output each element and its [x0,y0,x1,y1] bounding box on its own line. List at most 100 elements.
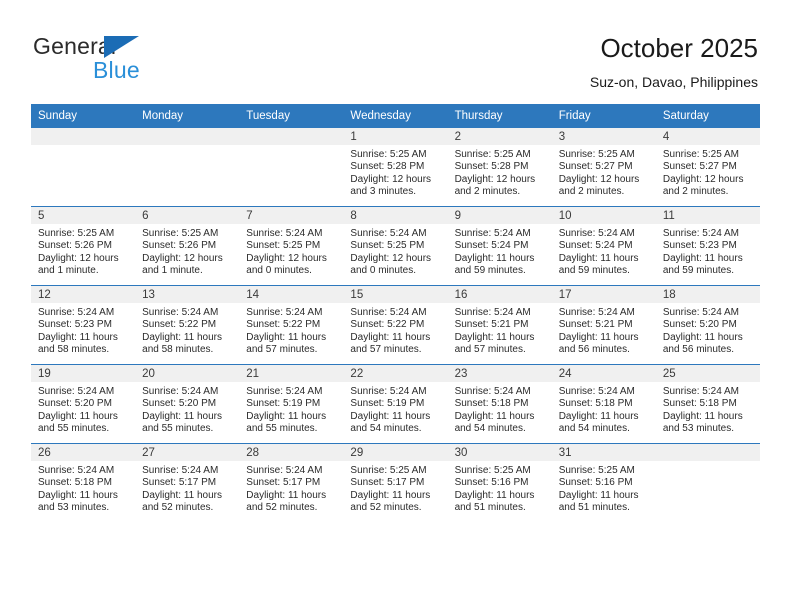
sunset-text: Sunset: 5:22 PM [350,319,425,331]
calendar-day-cell[interactable]: 17 Sunrise: 5:24 AM Sunset: 5:21 PM Dayligh… [551,285,656,365]
general-blue-logo[interactable]: General Blue [33,33,213,85]
calendar-day-cell[interactable]: 26 Sunrise: 5:24 AM Sunset: 5:18 PM Dayligh… [31,443,136,522]
sunrise-text: Sunrise: 5:25 AM [142,228,219,239]
day-details: Sunrise: 5:24 AM Sunset: 5:18 PM Daylight:… [552,382,656,435]
daylight-text: Daylight: 11 hours and 56 minutes. [662,331,743,355]
day-details: Sunrise: 5:25 AM Sunset: 5:27 PM Daylight:… [552,145,656,198]
day-number: 18 [655,286,760,303]
calendar-week-row: 19 Sunrise: 5:24 AM Sunset: 5:20 PM Dayligh… [31,364,760,444]
day-details: Sunrise: 5:24 AM Sunset: 5:24 PM Daylight:… [448,224,552,277]
calendar-day-cell[interactable]: 5 Sunrise: 5:25 AM Sunset: 5:26 PM Daylight… [31,206,136,286]
day-number: 12 [31,286,136,303]
day-cell-inner: 27 Sunrise: 5:24 AM Sunset: 5:17 PM Dayligh… [135,444,240,522]
sunset-text: Sunset: 5:24 PM [558,240,633,252]
day-cell-inner: 20 Sunrise: 5:24 AM Sunset: 5:20 PM Dayligh… [135,365,240,443]
calendar-day-cell[interactable]: 16 Sunrise: 5:24 AM Sunset: 5:21 PM Dayligh… [447,285,552,365]
day-cell-inner: 8 Sunrise: 5:24 AM Sunset: 5:25 PM Daylight… [343,207,448,285]
sunset-text: Sunset: 5:20 PM [662,319,737,331]
calendar-day-cell[interactable]: 1 Sunrise: 5:25 AM Sunset: 5:28 PM Daylight… [343,127,448,207]
calendar-day-cell[interactable]: 15 Sunrise: 5:24 AM Sunset: 5:22 PM Dayligh… [343,285,448,365]
sunset-text: Sunset: 5:26 PM [38,240,112,252]
calendar-day-cell[interactable]: 11 Sunrise: 5:24 AM Sunset: 5:23 PM Dayligh… [655,206,760,286]
day-details: Sunrise: 5:24 AM Sunset: 5:19 PM Daylight:… [343,382,447,435]
day-cell-inner: 26 Sunrise: 5:24 AM Sunset: 5:18 PM Dayligh… [31,444,136,522]
calendar-day-cell[interactable]: 28 Sunrise: 5:24 AM Sunset: 5:17 PM Dayligh… [239,443,344,522]
calendar-day-cell[interactable]: 30 Sunrise: 5:25 AM Sunset: 5:16 PM Dayligh… [447,443,552,522]
calendar-day-cell[interactable]: 14 Sunrise: 5:24 AM Sunset: 5:22 PM Dayligh… [239,285,344,365]
day-details: Sunrise: 5:24 AM Sunset: 5:20 PM Daylight:… [135,382,239,435]
calendar-day-cell[interactable]: 9 Sunrise: 5:24 AM Sunset: 5:24 PM Daylight… [447,206,552,286]
calendar-day-cell[interactable]: 2 Sunrise: 5:25 AM Sunset: 5:28 PM Daylight… [447,127,552,207]
calendar-day-cell[interactable]: 22 Sunrise: 5:24 AM Sunset: 5:19 PM Dayligh… [343,364,448,444]
day-number: 25 [655,365,760,382]
calendar-day-cell[interactable]: 3 Sunrise: 5:25 AM Sunset: 5:27 PM Daylight… [551,127,656,207]
daylight-text: Daylight: 11 hours and 51 minutes. [558,489,639,513]
daylight-text: Daylight: 12 hours and 2 minutes. [662,173,744,197]
day-number: 7 [239,207,344,224]
sunrise-text: Sunrise: 5:24 AM [38,465,115,476]
calendar-week-row: 12 Sunrise: 5:24 AM Sunset: 5:23 PM Dayligh… [31,285,760,365]
calendar-day-cell[interactable]: 24 Sunrise: 5:24 AM Sunset: 5:18 PM Dayligh… [551,364,656,444]
calendar-page: General Blue October 2025 Suz-on, Davao,… [0,0,792,612]
sunrise-text: Sunrise: 5:24 AM [246,386,323,397]
calendar-day-cell[interactable]: 18 Sunrise: 5:24 AM Sunset: 5:20 PM Dayligh… [655,285,760,365]
daylight-text: Daylight: 11 hours and 59 minutes. [558,252,639,276]
day-cell-inner: 19 Sunrise: 5:24 AM Sunset: 5:20 PM Dayligh… [31,365,136,443]
sunset-text: Sunset: 5:27 PM [558,161,633,173]
day-cell-inner: 23 Sunrise: 5:24 AM Sunset: 5:18 PM Dayligh… [447,365,552,443]
day-cell-inner [239,128,344,206]
sunset-text: Sunset: 5:19 PM [246,398,321,410]
day-details: Sunrise: 5:25 AM Sunset: 5:26 PM Daylight:… [31,224,135,277]
calendar-day-cell[interactable]: 19 Sunrise: 5:24 AM Sunset: 5:20 PM Dayligh… [31,364,136,444]
sunset-text: Sunset: 5:18 PM [454,398,529,410]
daylight-text: Daylight: 11 hours and 52 minutes. [142,489,222,513]
calendar-day-cell[interactable]: 29 Sunrise: 5:25 AM Sunset: 5:17 PM Dayligh… [343,443,448,522]
day-number: 27 [135,444,240,461]
day-cell-inner: 5 Sunrise: 5:25 AM Sunset: 5:26 PM Daylight… [31,207,136,285]
day-number: 28 [239,444,344,461]
calendar-day-cell[interactable]: 12 Sunrise: 5:24 AM Sunset: 5:23 PM Dayligh… [31,285,136,365]
sunset-text: Sunset: 5:17 PM [246,477,321,489]
calendar-day-cell[interactable]: 25 Sunrise: 5:24 AM Sunset: 5:18 PM Dayligh… [655,364,760,444]
sunset-text: Sunset: 5:23 PM [38,319,112,331]
sunset-text: Sunset: 5:19 PM [350,398,425,410]
day-number: 30 [447,444,552,461]
sunrise-text: Sunrise: 5:24 AM [662,307,739,318]
day-number: 21 [239,365,344,382]
calendar-day-cell[interactable]: 20 Sunrise: 5:24 AM Sunset: 5:20 PM Dayligh… [135,364,240,444]
calendar-day-cell[interactable]: 27 Sunrise: 5:24 AM Sunset: 5:17 PM Dayligh… [135,443,240,522]
daylight-text: Daylight: 12 hours and 2 minutes. [454,173,536,197]
day-number: 4 [655,128,760,145]
calendar-day-cell[interactable]: 6 Sunrise: 5:25 AM Sunset: 5:26 PM Daylight… [135,206,240,286]
calendar-day-cell[interactable]: 13 Sunrise: 5:24 AM Sunset: 5:22 PM Dayligh… [135,285,240,365]
logo-triangle-icon [104,36,139,58]
day-number: 1 [343,128,448,145]
calendar-day-cell[interactable]: 10 Sunrise: 5:24 AM Sunset: 5:24 PM Dayligh… [551,206,656,286]
day-details: Sunrise: 5:25 AM Sunset: 5:17 PM Daylight:… [343,461,447,514]
sunset-text: Sunset: 5:20 PM [38,398,112,410]
day-cell-inner: 21 Sunrise: 5:24 AM Sunset: 5:19 PM Dayligh… [239,365,344,443]
day-details: Sunrise: 5:24 AM Sunset: 5:22 PM Daylight:… [343,303,447,356]
sunset-text: Sunset: 5:25 PM [246,240,321,252]
day-details: Sunrise: 5:24 AM Sunset: 5:20 PM Daylight:… [31,382,135,435]
sunrise-text: Sunrise: 5:24 AM [38,307,115,318]
day-number: 13 [135,286,240,303]
daylight-text: Daylight: 11 hours and 55 minutes. [38,410,118,434]
day-details: Sunrise: 5:25 AM Sunset: 5:16 PM Daylight:… [448,461,552,514]
day-cell-inner: 7 Sunrise: 5:24 AM Sunset: 5:25 PM Daylight… [239,207,344,285]
calendar-day-cell-empty [31,127,136,207]
daylight-text: Daylight: 11 hours and 57 minutes. [246,331,327,355]
sunrise-text: Sunrise: 5:24 AM [246,307,323,318]
day-number: 5 [31,207,136,224]
calendar-day-cell[interactable]: 31 Sunrise: 5:25 AM Sunset: 5:16 PM Dayligh… [551,443,656,522]
calendar-day-cell[interactable]: 8 Sunrise: 5:24 AM Sunset: 5:25 PM Daylight… [343,206,448,286]
calendar-day-cell[interactable]: 7 Sunrise: 5:24 AM Sunset: 5:25 PM Daylight… [239,206,344,286]
day-number: 3 [551,128,656,145]
day-cell-inner: 29 Sunrise: 5:25 AM Sunset: 5:17 PM Dayligh… [343,444,448,522]
calendar-day-cell[interactable]: 23 Sunrise: 5:24 AM Sunset: 5:18 PM Dayligh… [447,364,552,444]
calendar-day-cell[interactable]: 4 Sunrise: 5:25 AM Sunset: 5:27 PM Daylight… [655,127,760,207]
sunset-text: Sunset: 5:22 PM [246,319,321,331]
daylight-text: Daylight: 11 hours and 54 minutes. [350,410,431,434]
calendar-day-cell[interactable]: 21 Sunrise: 5:24 AM Sunset: 5:19 PM Dayligh… [239,364,344,444]
sunrise-text: Sunrise: 5:24 AM [350,386,427,397]
